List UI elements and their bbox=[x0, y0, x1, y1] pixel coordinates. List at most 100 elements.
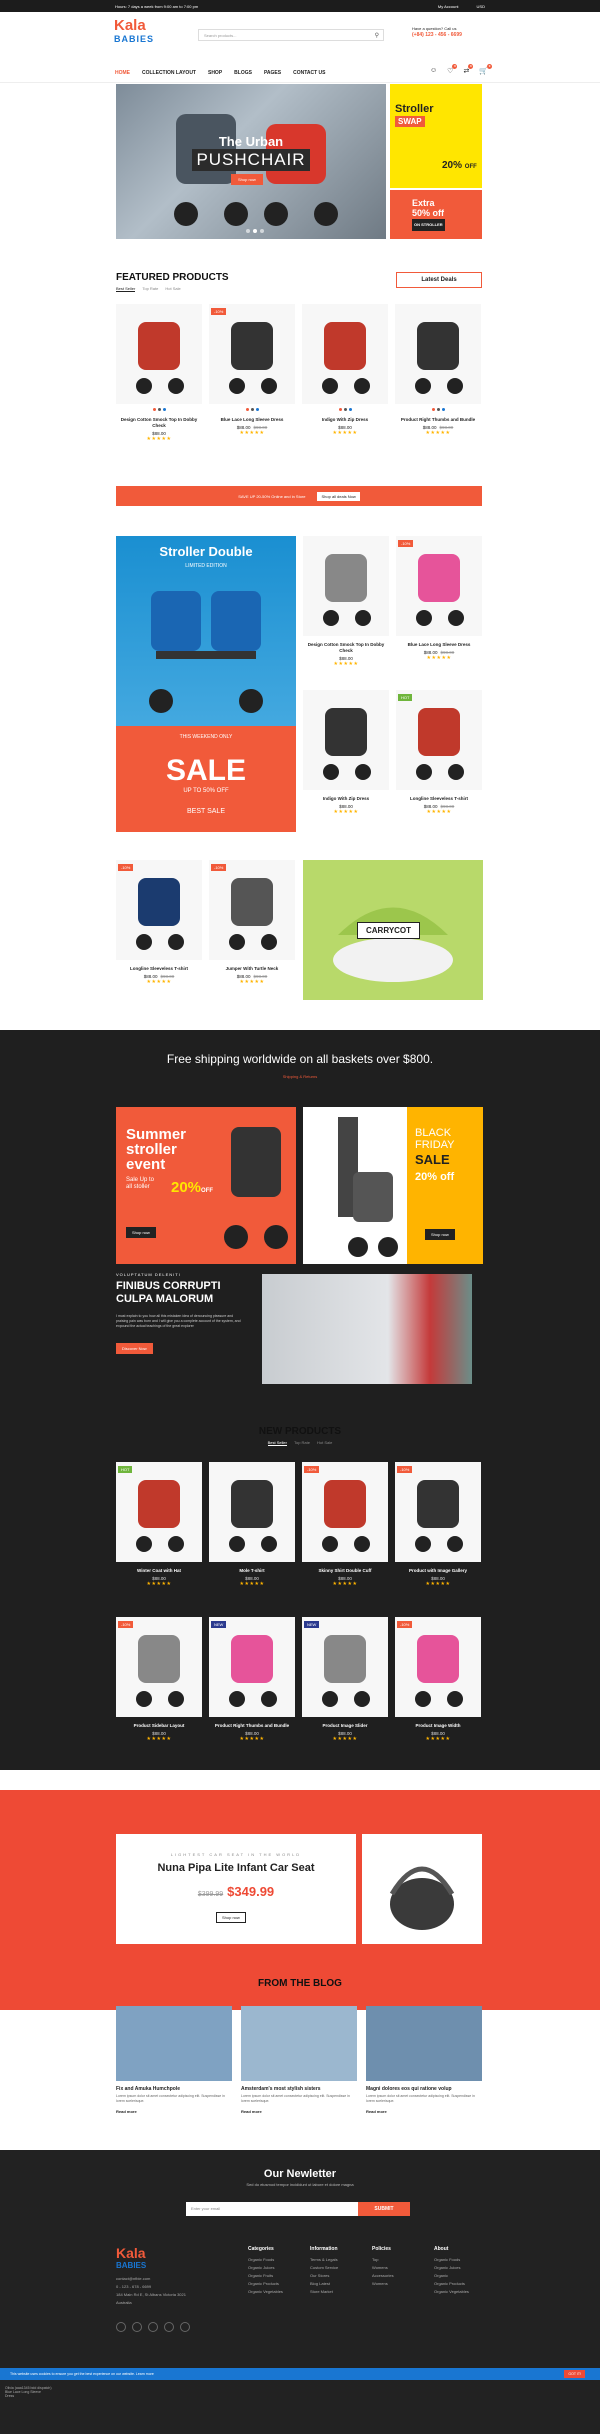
product-card[interactable]: -10% Longline Sleeveless T-shirt $88.00 $98… bbox=[116, 860, 202, 985]
black-friday-banner[interactable]: BLACK FRIDAY SALE 20% off Shop now bbox=[303, 1107, 483, 1264]
product-image[interactable]: -10% bbox=[116, 1617, 202, 1717]
product-image[interactable] bbox=[302, 304, 388, 404]
footer-link[interactable]: Organic Vegetables bbox=[434, 2288, 469, 2296]
newsletter-email-input[interactable]: Enter your email bbox=[186, 2202, 358, 2216]
blog-image[interactable] bbox=[241, 2006, 357, 2081]
footer-link[interactable]: Organic Foods bbox=[248, 2256, 283, 2264]
product-name[interactable]: Product Image Width bbox=[395, 1723, 481, 1729]
product-name[interactable]: Jumper With Turtle Neck bbox=[209, 966, 295, 972]
product-image[interactable] bbox=[395, 304, 481, 404]
product-name[interactable]: Design Cotton Smock Top In Dobby Check bbox=[116, 417, 202, 429]
product-card[interactable]: Design Cotton Smock Top In Dobby Check $8… bbox=[116, 304, 202, 442]
product-name[interactable]: Indigo With Zip Dress bbox=[302, 417, 388, 423]
product-name[interactable]: Blue Lace Long Sleeve Dress bbox=[209, 417, 295, 423]
product-name[interactable]: Winter Coat with Hat bbox=[116, 1568, 202, 1574]
product-name[interactable]: Indigo With Zip Dress bbox=[303, 796, 389, 802]
product-card[interactable]: -10% Skinny Shirt Double Cuff $88.00 ★★★★★ bbox=[302, 1462, 388, 1587]
np-tab-hot[interactable]: Hot Sale bbox=[317, 1440, 332, 1446]
nav-collection[interactable]: COLLECTION LAYOUT bbox=[142, 70, 196, 79]
footer-link[interactable]: Store Market bbox=[310, 2288, 338, 2296]
phone-number[interactable]: (+84) 123 - 456 - 6699 bbox=[412, 32, 462, 38]
carrycot-banner[interactable]: CARRYCOT bbox=[303, 860, 483, 1000]
shipping-link[interactable]: Shipping & Returns bbox=[0, 1074, 600, 1079]
footer-link[interactable]: Organic Foods bbox=[434, 2256, 469, 2264]
product-name[interactable]: Product Right Thumbs and Bundle bbox=[209, 1723, 295, 1729]
product-image[interactable] bbox=[116, 304, 202, 404]
product-card[interactable]: Product Right Thumbs and Bundle $88.00 $98… bbox=[395, 304, 481, 436]
side-banner-swap[interactable]: Stroller SWAP 20% OFF bbox=[390, 84, 482, 188]
product-name[interactable]: Product Sidebar Layout bbox=[116, 1723, 202, 1729]
hero-shop-button[interactable]: Shop now bbox=[231, 174, 263, 185]
product-image[interactable]: HOT bbox=[116, 1462, 202, 1562]
bf-shop-button[interactable]: Shop now bbox=[425, 1229, 455, 1240]
product-name[interactable]: Design Cotton Smock Top In Dobby Check bbox=[303, 642, 389, 654]
product-card[interactable]: -10% Product Sidebar Layout $88.00 ★★★★★ bbox=[116, 1617, 202, 1742]
product-card[interactable]: HOT Winter Coat with Hat $88.00 ★★★★★ bbox=[116, 1462, 202, 1587]
product-card[interactable]: -10% Product with Image Gallery $88.00 ★★★★… bbox=[395, 1462, 481, 1587]
product-card[interactable]: -10% Blue Lace Long Sleeve Dress $88.00 $98… bbox=[209, 304, 295, 436]
newsletter-submit-button[interactable]: SUBMIT bbox=[358, 2202, 410, 2216]
instagram-icon[interactable] bbox=[148, 2322, 158, 2332]
footer-link[interactable]: Top bbox=[372, 2256, 394, 2264]
product-name[interactable]: Skinny Shirt Double Cuff bbox=[302, 1568, 388, 1574]
product-image[interactable]: -10% bbox=[395, 1617, 481, 1717]
read-more-link[interactable]: Read more bbox=[116, 2109, 232, 2114]
product-image[interactable] bbox=[303, 690, 389, 790]
product-image[interactable]: NEW bbox=[302, 1617, 388, 1717]
product-card[interactable]: NEW Product Image Slider $88.00 ★★★★★ bbox=[302, 1617, 388, 1742]
color-swatches[interactable] bbox=[209, 408, 295, 411]
blog-post[interactable]: Magni dolores eos qui ratione volup Lorem… bbox=[366, 2006, 482, 2114]
product-image[interactable]: HOT bbox=[396, 690, 482, 790]
wishlist-icon[interactable]: ♡ 0 bbox=[447, 64, 458, 75]
product-name[interactable]: Product with Image Gallery bbox=[395, 1568, 481, 1574]
summer-shop-button[interactable]: Shop now bbox=[126, 1227, 156, 1238]
cookie-accept-button[interactable]: GOT IT! bbox=[564, 2370, 585, 2378]
product-image[interactable]: NEW bbox=[209, 1617, 295, 1717]
footer-link[interactable]: Womens bbox=[372, 2264, 394, 2272]
cart-icon[interactable]: 🛒 0 bbox=[479, 64, 493, 75]
footer-link[interactable]: Organic Juices bbox=[248, 2264, 283, 2272]
side-banner-extra[interactable]: Extra 50% off ON STROLLER bbox=[390, 190, 482, 239]
strip-button[interactable]: Shop all deals Now bbox=[317, 491, 360, 501]
product-image[interactable]: -10% bbox=[395, 1462, 481, 1562]
footer-link[interactable]: Womens bbox=[372, 2280, 394, 2288]
product-name[interactable]: Blue Lace Long Sleeve Dress bbox=[396, 642, 482, 648]
color-swatches[interactable] bbox=[302, 408, 388, 411]
color-swatches[interactable] bbox=[395, 408, 481, 411]
footer-link[interactable]: Organic bbox=[434, 2272, 469, 2280]
blog-post-title[interactable]: Amsterdam's most stylish sisters bbox=[241, 2086, 357, 2092]
currency-select[interactable]: USD bbox=[477, 4, 485, 9]
nav-home[interactable]: HOME bbox=[115, 70, 130, 79]
tab-hot-sale[interactable]: Hot Sale bbox=[165, 286, 180, 292]
blog-image[interactable] bbox=[116, 2006, 232, 2081]
product-image[interactable]: -10% bbox=[209, 304, 295, 404]
purchase-toast[interactable]: Olivia (aaa1345 bdd dispatch) Blue Lace … bbox=[5, 2386, 75, 2416]
read-more-link[interactable]: Read more bbox=[241, 2109, 357, 2114]
slider-dots[interactable] bbox=[246, 229, 264, 233]
blog-post-title[interactable]: Fix and Amuka Humchpole bbox=[116, 2086, 232, 2092]
product-name[interactable]: Product Image Slider bbox=[302, 1723, 388, 1729]
nav-contact[interactable]: CONTACT US bbox=[293, 70, 325, 79]
search-input[interactable]: Search products... ⚲ bbox=[198, 29, 384, 41]
footer-phone[interactable]: 0 - 123 - 678 - 6699 bbox=[116, 2283, 186, 2291]
product-name[interactable]: Product Right Thumbs and Bundle bbox=[395, 417, 481, 423]
footer-link[interactable]: Accessories bbox=[372, 2272, 394, 2280]
product-name[interactable]: Mole T-shirt bbox=[209, 1568, 295, 1574]
footer-link[interactable]: Organic Products bbox=[434, 2280, 469, 2288]
np-tab-top[interactable]: Top Rate bbox=[294, 1440, 310, 1446]
nav-blogs[interactable]: BLOGS bbox=[234, 70, 252, 79]
car-seat-shop-button[interactable]: Shop now bbox=[216, 1912, 246, 1923]
blog-post[interactable]: Amsterdam's most stylish sisters Lorem ip… bbox=[241, 2006, 357, 2114]
footer-link[interactable]: Organic Fruits bbox=[248, 2272, 283, 2280]
footer-link[interactable]: Organic Vegetables bbox=[248, 2288, 283, 2296]
product-card[interactable]: Design Cotton Smock Top In Dobby Check $8… bbox=[303, 536, 389, 667]
footer-link[interactable]: Custom Service bbox=[310, 2264, 338, 2272]
product-image[interactable]: -10% bbox=[302, 1462, 388, 1562]
product-image[interactable]: -10% bbox=[116, 860, 202, 960]
footer-logo[interactable]: Kala BABIES bbox=[116, 2245, 146, 2270]
blog-post-title[interactable]: Magni dolores eos qui ratione volup bbox=[366, 2086, 482, 2092]
compare-icon[interactable]: ⇄ 0 bbox=[463, 64, 474, 75]
logo[interactable]: Kala BABIES bbox=[114, 18, 153, 52]
product-card[interactable]: Indigo With Zip Dress $88.00 ★★★★★ bbox=[303, 690, 389, 815]
twitter-icon[interactable] bbox=[132, 2322, 142, 2332]
